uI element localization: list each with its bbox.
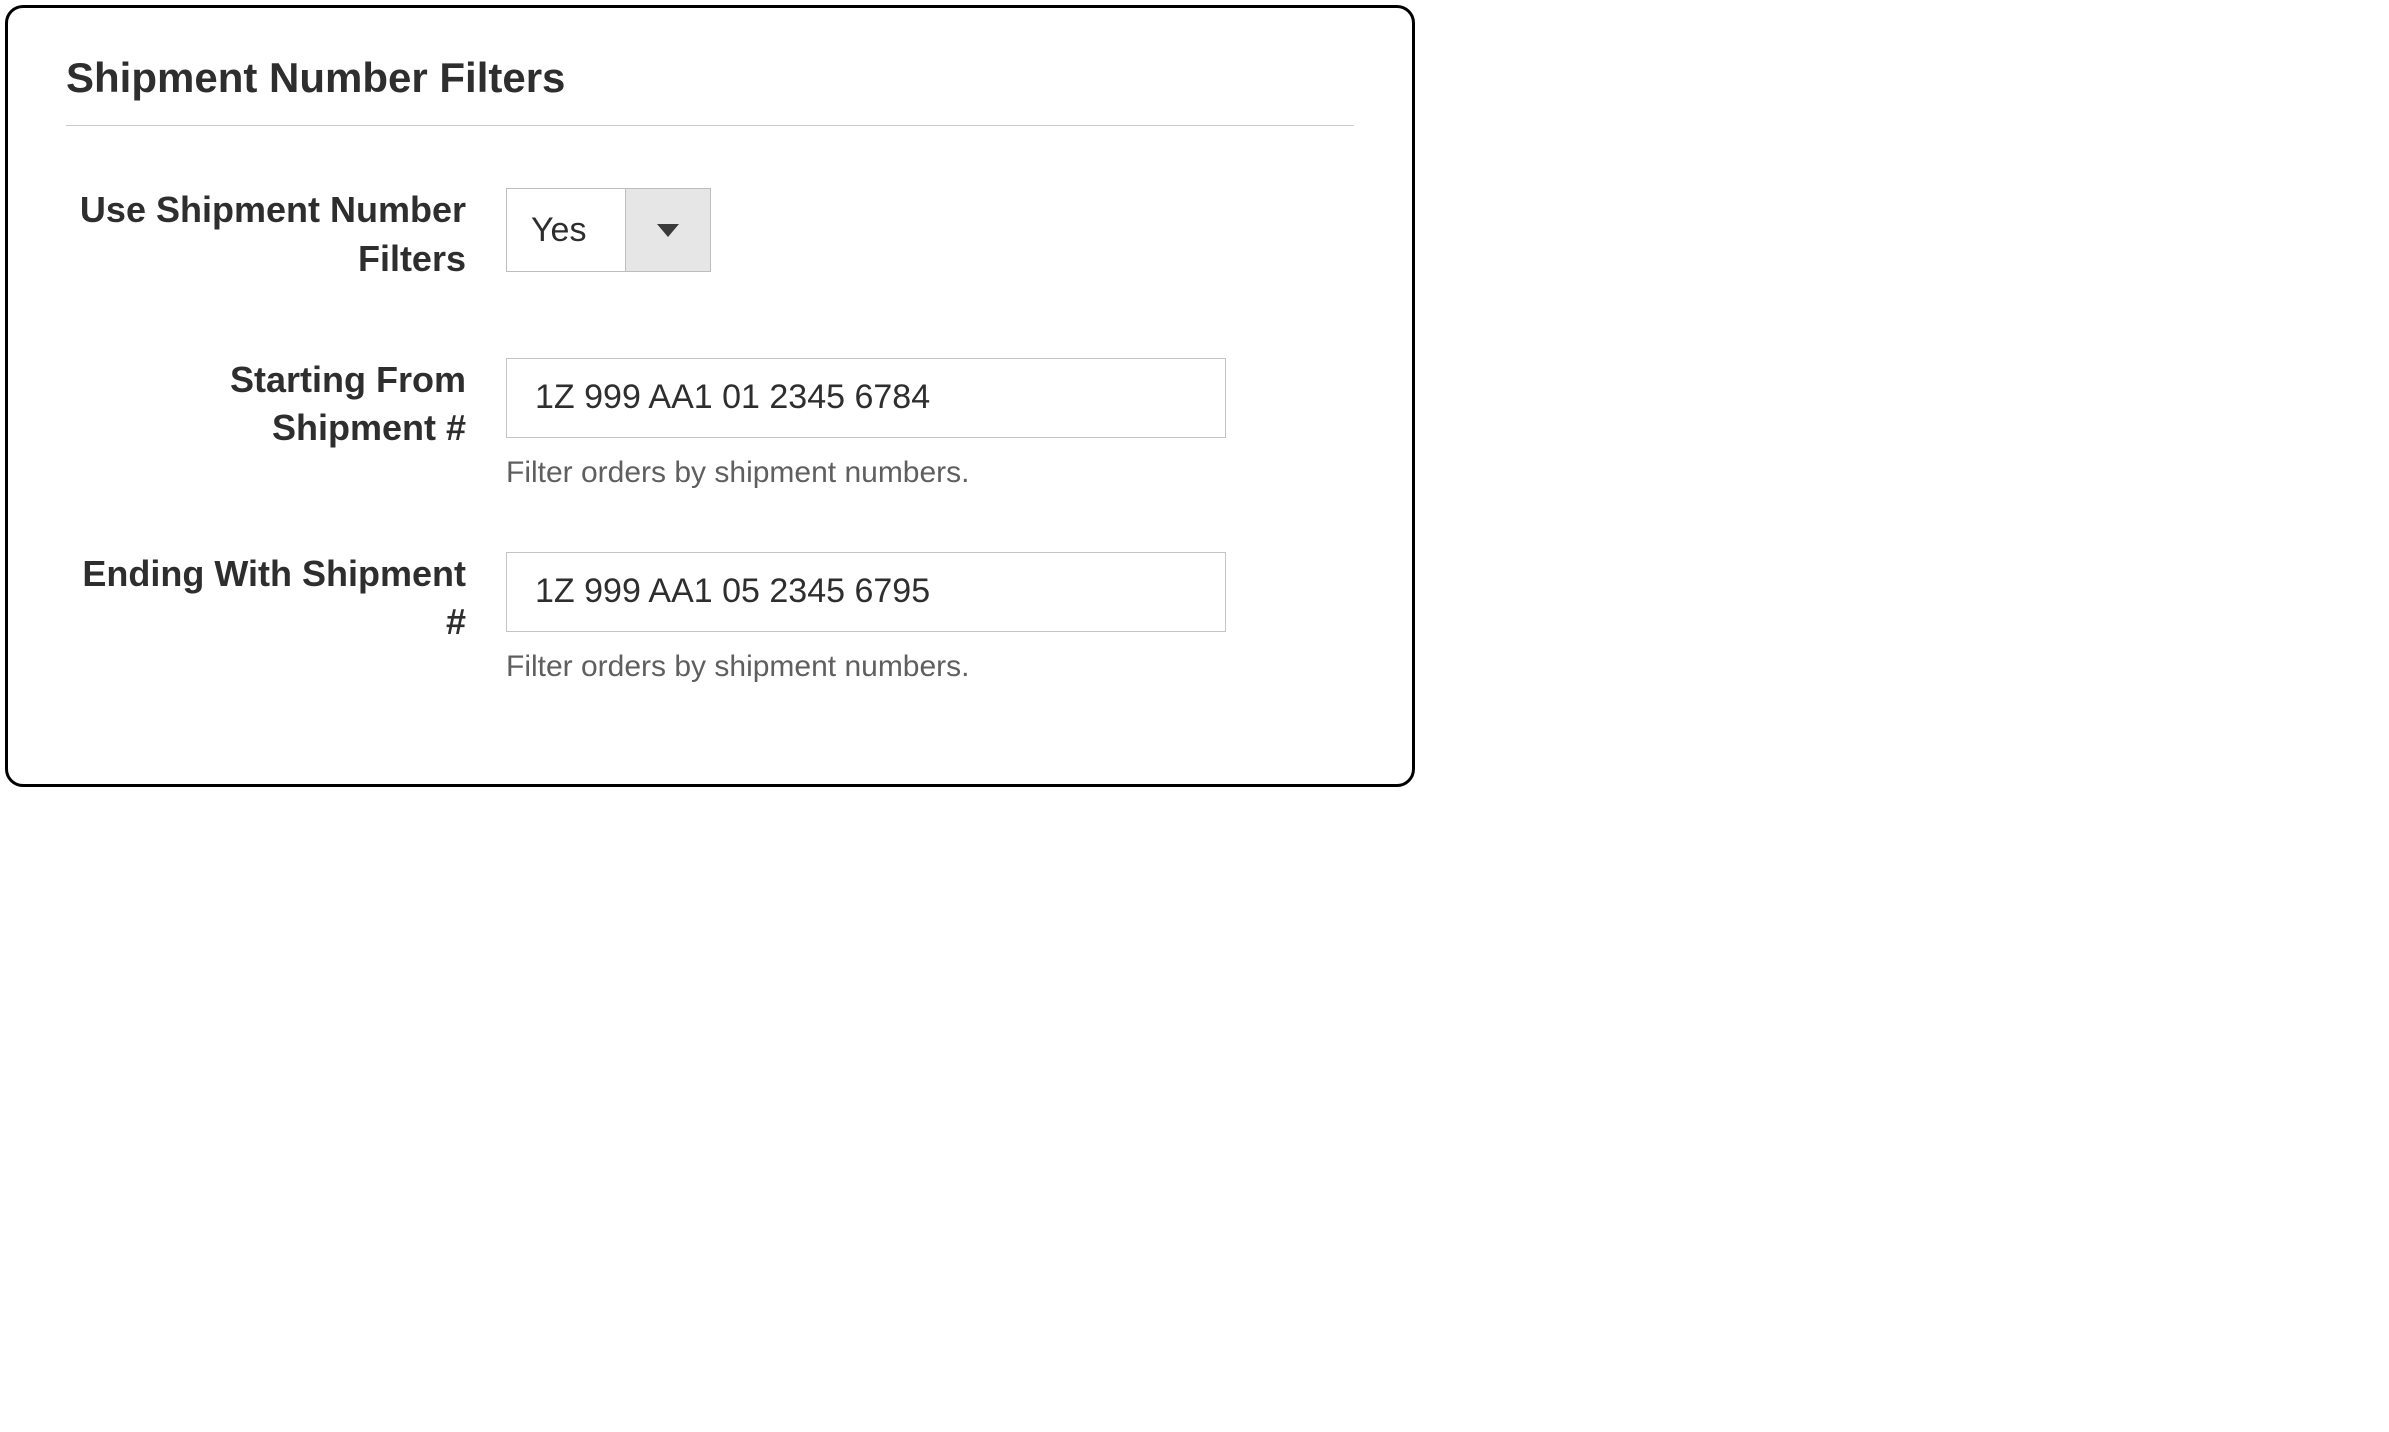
label-ending-with-shipment: Ending With Shipment # [66,550,506,647]
field-starting-from-shipment: Starting From Shipment # Filter orders b… [66,356,1354,490]
shipment-number-filters-panel: Shipment Number Filters Use Shipment Num… [5,5,1415,787]
section-divider [66,125,1354,126]
use-shipment-number-filters-select[interactable]: Yes [506,188,711,272]
field-note-starting-from: Filter orders by shipment numbers. [506,456,1354,490]
label-starting-from-shipment: Starting From Shipment # [66,356,506,453]
select-value: Yes [507,189,625,271]
ending-with-shipment-input[interactable] [506,552,1226,632]
field-use-shipment-number-filters: Use Shipment Number Filters Yes [66,186,1354,283]
chevron-down-icon [657,224,679,237]
control-wrap: Yes [506,186,1354,272]
field-ending-with-shipment: Ending With Shipment # Filter orders by … [66,550,1354,684]
section-title: Shipment Number Filters [66,53,1354,103]
label-use-shipment-number-filters: Use Shipment Number Filters [66,186,506,283]
starting-from-shipment-input[interactable] [506,358,1226,438]
select-caret-button[interactable] [625,189,710,271]
control-wrap: Filter orders by shipment numbers. [506,550,1354,684]
field-note-ending-with: Filter orders by shipment numbers. [506,650,1354,684]
control-wrap: Filter orders by shipment numbers. [506,356,1354,490]
